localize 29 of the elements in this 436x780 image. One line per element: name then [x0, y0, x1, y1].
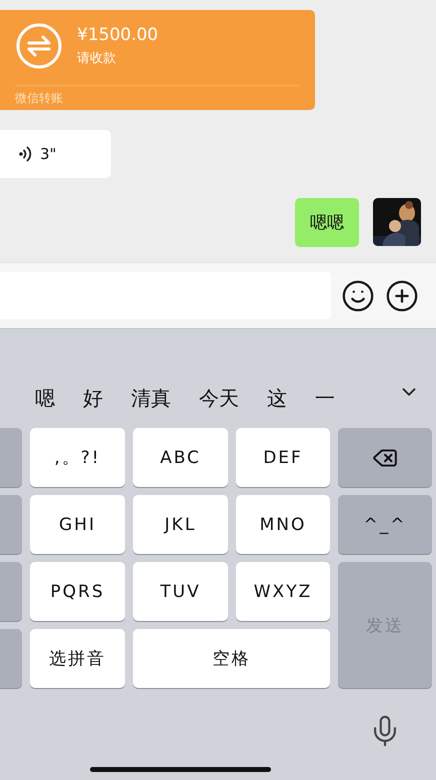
transfer-label: 微信转账 [15, 85, 299, 110]
voice-message[interactable]: 3" [0, 130, 111, 178]
candidate-word[interactable]: 一 [315, 385, 335, 412]
keyboard-key[interactable]: DEF [236, 428, 330, 487]
candidate-word[interactable]: 清真 [131, 385, 171, 412]
candidate-word[interactable]: 这 [267, 385, 287, 412]
keyboard-key[interactable]: MNO [236, 495, 330, 554]
emoticon-key[interactable]: ^_^ [338, 495, 432, 554]
keyboard-key[interactable]: ABC [133, 428, 228, 487]
plus-icon[interactable] [385, 278, 419, 312]
keyboard-key[interactable]: WXYZ [236, 562, 330, 621]
keyboard-key[interactable]: PQRS [30, 562, 125, 621]
voice-duration: 3" [40, 145, 56, 163]
delete-key[interactable] [338, 428, 432, 487]
transfer-amount: ¥1500.00 [77, 25, 158, 45]
candidate-word[interactable]: 好 [83, 385, 103, 412]
emoji-icon[interactable] [341, 278, 375, 312]
candidate-word[interactable]: 今天 [199, 385, 239, 412]
message-bubble: 嗯嗯 [295, 198, 359, 247]
transfer-icon [15, 22, 63, 70]
space-key[interactable]: 空格 [133, 629, 330, 688]
voice-icon [18, 145, 32, 163]
candidate-word[interactable]: 嗯 [35, 385, 55, 412]
keyboard-key[interactable]: TUV [133, 562, 228, 621]
keyboard-key[interactable]: ,。?! [30, 428, 125, 487]
keyboard-key[interactable]: GHI [30, 495, 125, 554]
transfer-note: 请收款 [77, 50, 117, 67]
keyboard-key[interactable]: JKL [133, 495, 228, 554]
keyboard-key[interactable]: 选拼音 [30, 629, 125, 688]
